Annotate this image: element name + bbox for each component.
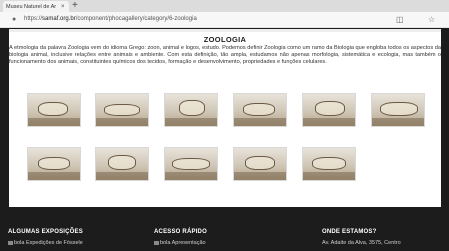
bookmark-star-icon[interactable]: ☆ bbox=[428, 15, 435, 24]
gallery-thumbnail[interactable] bbox=[27, 93, 81, 127]
close-tab-icon[interactable]: × bbox=[61, 4, 65, 10]
browser-tab-strip: Museu Naturel de Ar × + bbox=[0, 0, 449, 12]
page-title: ZOOLOGIA bbox=[203, 35, 247, 44]
footer-link-label: Apresentação bbox=[171, 240, 206, 246]
footer-heading-onde: ONDE ESTAMOS? bbox=[322, 229, 377, 235]
site-footer: ALGUMAS EXPOSIÇÕES bola Expedições de Fó… bbox=[0, 207, 449, 251]
footer-heading-exposicoes: ALGUMAS EXPOSIÇÕES bbox=[8, 229, 83, 235]
broken-image-icon bbox=[154, 240, 159, 245]
gallery-thumbnail[interactable] bbox=[233, 93, 287, 127]
gallery-thumbnail[interactable] bbox=[27, 147, 81, 181]
gallery-thumbnail[interactable] bbox=[95, 147, 149, 181]
page-description: A etmologia da palavra Zoologia vem do i… bbox=[9, 45, 441, 65]
gallery-thumbnail[interactable] bbox=[302, 147, 356, 181]
footer-image-alt: bola bbox=[14, 240, 25, 246]
footer-heading-acesso: ACESSO RÁPIDO bbox=[154, 229, 207, 235]
footer-image-alt: bola bbox=[160, 240, 171, 246]
browser-tab[interactable]: Museu Naturel de Ar × bbox=[3, 1, 69, 12]
gallery-thumbnail[interactable] bbox=[95, 93, 149, 127]
page-content: ZOOLOGIA A etmologia da palavra Zoologia… bbox=[9, 29, 441, 207]
gallery-thumbnail[interactable] bbox=[371, 93, 425, 127]
header-banner bbox=[9, 29, 441, 32]
gallery-thumbnail[interactable] bbox=[164, 93, 218, 127]
gallery-thumbnail[interactable] bbox=[302, 93, 356, 127]
url-host: samaf.org.br bbox=[42, 16, 76, 22]
gallery-thumbnail[interactable] bbox=[164, 147, 218, 181]
address-bar[interactable]: https://samaf.org.br/component/phocagall… bbox=[24, 16, 197, 22]
footer-link-expedicoes[interactable]: bola Expedições de Fóssele bbox=[8, 240, 83, 246]
browser-toolbar: ● https://samaf.org.br/component/phocaga… bbox=[0, 12, 449, 28]
new-tab-button[interactable]: + bbox=[72, 0, 78, 12]
url-path: /component/phocagallery/category/6-zoolo… bbox=[75, 16, 197, 22]
translate-icon[interactable]: ◫ bbox=[396, 15, 404, 24]
broken-image-icon bbox=[8, 240, 13, 245]
tab-title: Museu Naturel de Ar bbox=[6, 3, 57, 10]
gallery-thumbnail[interactable] bbox=[233, 147, 287, 181]
lock-icon: ● bbox=[12, 16, 17, 23]
footer-address: Av. Adaite da Alva, 3575, Centro bbox=[322, 240, 401, 246]
footer-link-label: Expedições de Fóssele bbox=[25, 240, 83, 246]
url-prefix: https:// bbox=[24, 16, 43, 22]
footer-link-apresentacao[interactable]: bola Apresentação bbox=[154, 240, 206, 246]
